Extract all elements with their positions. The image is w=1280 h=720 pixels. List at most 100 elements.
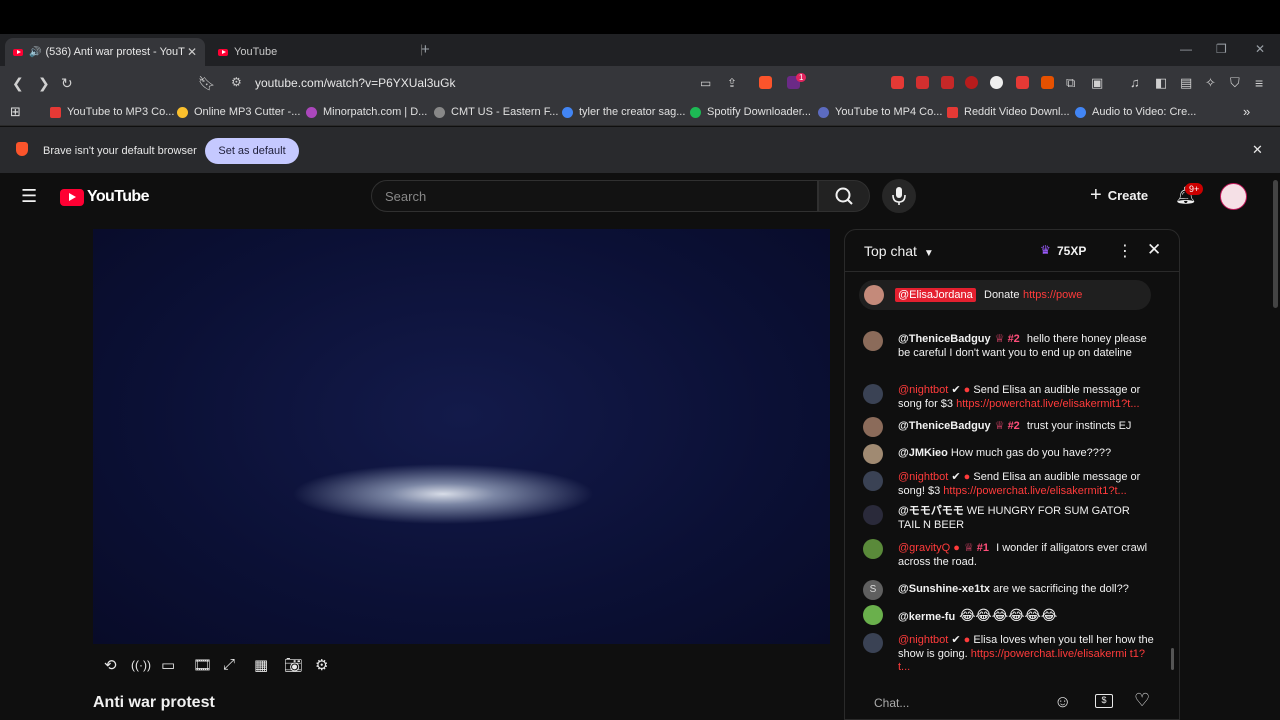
brave-shields-icon[interactable] (759, 76, 772, 89)
search-input[interactable]: Search (371, 180, 818, 212)
chat-mode-dropdown[interactable]: Top chat ▼ (864, 243, 934, 259)
set-default-button[interactable]: Set as default (205, 138, 299, 164)
chat-input[interactable]: Chat... (865, 688, 1065, 716)
tab-youtube[interactable]: YouTube (210, 38, 410, 66)
settings-gear-icon[interactable]: ⚙ (315, 656, 328, 674)
super-chat-icon[interactable]: $ (1095, 694, 1113, 708)
cinema-icon[interactable]: 🎞︎ (193, 656, 212, 674)
media-icon[interactable]: ♫ (1130, 75, 1140, 91)
window-close-icon[interactable]: ✕ (1255, 42, 1265, 56)
chat-author[interactable]: @TheniceBadguy (898, 420, 991, 432)
avatar (863, 331, 883, 351)
bookmark-item[interactable]: Spotify Downloader... (690, 106, 811, 118)
bookmark-item[interactable]: Reddit Video Downl... (947, 106, 1070, 118)
share-icon[interactable]: ⇪ (727, 75, 737, 91)
chat-link[interactable]: https://powerchat.live/elisakermit1?t... (943, 485, 1126, 497)
video-player[interactable] (93, 229, 830, 644)
create-button[interactable]: + Create (1090, 185, 1148, 205)
more-bookmarks-icon[interactable]: » (1243, 104, 1250, 119)
bookmark-item[interactable]: Minorpatch.com | D... (306, 106, 427, 118)
tab-close-icon[interactable]: ✕ (187, 45, 197, 59)
extensions-puzzle-icon[interactable]: ⧉ (1066, 75, 1075, 91)
chat-scrollbar[interactable] (1171, 648, 1174, 670)
chat-author[interactable]: @TheniceBadguy (898, 333, 991, 345)
audio-wave-icon[interactable]: ((·)) (131, 658, 151, 672)
brave-lion-icon (16, 142, 28, 156)
moderator-icon: ● (963, 634, 971, 646)
avatar (863, 417, 883, 437)
rank-badge: ♕ #2 (994, 420, 1020, 432)
bookmark-icon[interactable]: 🔖︎ (198, 75, 216, 91)
new-tab-icon[interactable]: + (421, 41, 430, 58)
loop-icon[interactable]: ⟲ (104, 656, 117, 674)
extension-icon[interactable] (916, 76, 929, 89)
tab-search-icon[interactable]: ▣ (1091, 75, 1103, 91)
bookmark-item[interactable]: YouTube to MP3 Co... (50, 106, 174, 118)
extension-icon[interactable] (941, 76, 954, 89)
hide-overlay-icon[interactable]: ▭ (161, 656, 175, 674)
avatar[interactable] (1220, 183, 1247, 210)
minimize-icon[interactable]: — (1180, 42, 1192, 56)
crown-icon: ♕ (994, 333, 1008, 345)
verified-icon: ✔ (951, 471, 961, 483)
pinned-link[interactable]: https://powe (1023, 289, 1082, 301)
chat-author[interactable]: @nightbot (898, 471, 948, 483)
search-button[interactable] (818, 180, 870, 212)
nightbot-avatar (863, 471, 883, 491)
menu-icon[interactable]: ≡ (1255, 75, 1263, 91)
infobar-close-icon[interactable]: ✕ (1252, 142, 1263, 158)
heart-icon[interactable]: ♡ (1134, 690, 1150, 711)
bookmark-item[interactable]: CMT US - Eastern F... (434, 106, 558, 118)
bookmark-item[interactable]: tyler the creator sag... (562, 106, 685, 118)
chat-text: 😂😂😂😂😂😂 (959, 607, 1058, 623)
address-bar[interactable]: ⚙ youtube.com/watch?v=P6YXUal3uGk (222, 71, 812, 95)
apps-grid-icon[interactable]: ⊞ (10, 104, 21, 120)
emoji-icon[interactable]: ☺ (1054, 692, 1071, 712)
expand-icon[interactable]: ⤢ (223, 656, 235, 673)
forward-icon[interactable]: ❯ (38, 75, 50, 91)
more-options-icon[interactable]: ⋮ (1117, 241, 1133, 261)
vpn-icon[interactable]: ⛉ (1230, 75, 1240, 91)
leo-ai-icon[interactable]: ✧ (1205, 75, 1216, 91)
youtube-favicon-icon (218, 48, 228, 56)
cast-icon[interactable]: ▭ (700, 75, 711, 91)
chat-link[interactable]: https://powerchat.live/elisakermit1?t... (956, 398, 1139, 410)
youtube-logo-text: YouTube (87, 188, 149, 205)
chat-author[interactable]: @JMKieo (898, 447, 948, 459)
restore-icon[interactable]: ❐ (1216, 42, 1227, 56)
chat-author[interactable]: @モモパモモ (898, 505, 964, 517)
screenshot-camera-icon[interactable]: 📷︎ (284, 656, 303, 674)
chat-close-icon[interactable]: ✕ (1147, 240, 1161, 260)
xp-counter[interactable]: 75XP (1057, 244, 1086, 258)
bookmark-item[interactable]: Online MP3 Cutter -... (177, 106, 300, 118)
extension-icon[interactable] (1016, 76, 1029, 89)
bookmark-item[interactable]: YouTube to MP4 Co... (818, 106, 942, 118)
extension-icon[interactable] (990, 76, 1003, 89)
chat-author[interactable]: @nightbot (898, 384, 948, 396)
tab-active[interactable]: 🔊 (536) Anti war protest - YouTu ✕ (5, 38, 205, 66)
site-settings-icon[interactable]: ⚙ (231, 75, 242, 89)
infobar-message: Brave isn't your default browser (43, 145, 197, 157)
chat-author[interactable]: @gravityQ (898, 542, 950, 554)
sidebar-icon[interactable]: ◧ (1155, 75, 1167, 91)
chat-author[interactable]: @kerme-fu (898, 611, 955, 623)
chat-author[interactable]: @Sunshine-xe1tx (898, 583, 990, 595)
pinned-author[interactable]: @ElisaJordana (895, 288, 976, 302)
voice-search-button[interactable] (882, 179, 916, 213)
back-icon[interactable]: ❮ (12, 75, 24, 91)
reload-icon[interactable]: ↻ (61, 75, 73, 91)
extension-icon[interactable] (1041, 76, 1054, 89)
search-icon (835, 187, 853, 205)
hamburger-menu-icon[interactable]: ☰ (21, 186, 37, 207)
bookmark-item[interactable]: Audio to Video: Cre... (1075, 106, 1196, 118)
chat-author[interactable]: @nightbot (898, 634, 948, 646)
film-strip-icon[interactable]: ▦ (254, 656, 268, 674)
extension-icon[interactable] (891, 76, 904, 89)
tab-title: (536) Anti war protest - YouTu (45, 46, 186, 58)
youtube-logo[interactable]: YouTube (60, 188, 149, 206)
ublock-icon[interactable] (965, 76, 978, 89)
wallet-icon[interactable]: ▤ (1180, 75, 1192, 91)
pinned-message[interactable]: @ElisaJordana Donate https://powe (859, 280, 1151, 310)
page-scrollbar[interactable] (1273, 180, 1278, 308)
chat-message: @nightbot ✔ ● Elisa loves when you tell … (863, 632, 1163, 674)
